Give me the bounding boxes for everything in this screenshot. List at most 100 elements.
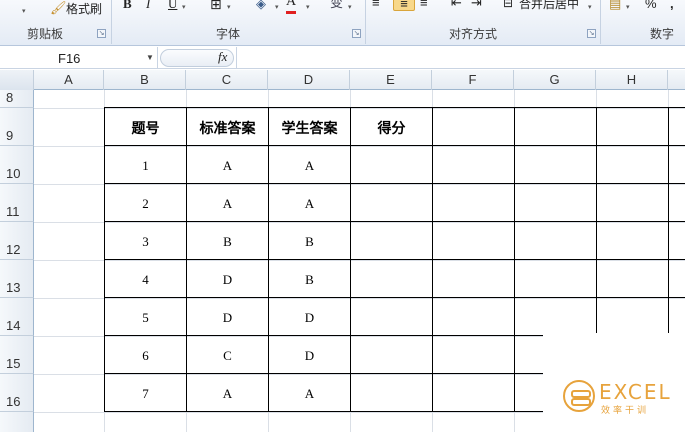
column-header-f[interactable]: F <box>432 70 514 90</box>
phonetic-dropdown-icon[interactable]: ▾ <box>348 1 352 19</box>
header-cell-score[interactable]: 得分 <box>351 118 432 138</box>
bold-button[interactable]: B <box>123 0 132 15</box>
column-header-partial[interactable] <box>668 70 685 90</box>
header-cell-standard-answer[interactable]: 标准答案 <box>187 118 268 138</box>
row-header-15[interactable]: 15 <box>0 336 34 374</box>
merge-dropdown-icon[interactable]: ▾ <box>588 1 592 19</box>
formula-input[interactable] <box>236 47 685 68</box>
table-border <box>514 107 515 412</box>
fill-color-icon[interactable]: ◈ <box>256 0 266 15</box>
row-header-9[interactable]: 9 <box>0 108 34 146</box>
row-header-partial[interactable] <box>0 412 34 432</box>
table-cell[interactable]: A <box>187 158 268 174</box>
column-header-g[interactable]: G <box>514 70 596 90</box>
table-cell[interactable]: D <box>269 310 350 326</box>
name-box-dropdown-icon[interactable]: ▼ <box>146 53 154 62</box>
align-center-icon[interactable]: ≡ <box>393 0 415 11</box>
row-header-16[interactable]: 16 <box>0 374 34 412</box>
decrease-indent-icon[interactable]: ⇤ <box>451 0 462 14</box>
table-cell[interactable]: 3 <box>105 234 186 250</box>
table-cell[interactable]: 5 <box>105 310 186 326</box>
borders-icon[interactable]: ⊞ <box>210 0 222 15</box>
table-border <box>104 145 685 146</box>
table-cell[interactable]: D <box>269 348 350 364</box>
name-box-value[interactable]: F16 <box>58 51 80 66</box>
font-color-button[interactable]: A <box>286 0 297 14</box>
header-cell-question-no[interactable]: 题号 <box>105 118 186 138</box>
select-all-button[interactable] <box>0 70 34 90</box>
table-cell[interactable]: B <box>269 272 350 288</box>
group-separator <box>600 0 601 44</box>
group-separator <box>111 0 112 44</box>
row-header-8[interactable]: 8 <box>0 90 34 108</box>
row-header-11[interactable]: 11 <box>0 184 34 222</box>
excel-logo-icon <box>563 380 595 412</box>
row-number: 8 <box>6 90 14 105</box>
table-cell[interactable]: B <box>187 234 268 250</box>
row-number: 9 <box>6 128 14 143</box>
table-border <box>186 107 187 412</box>
table-cell[interactable]: 6 <box>105 348 186 364</box>
insert-function-button[interactable]: fx <box>218 49 227 65</box>
fill-color-dropdown-icon[interactable]: ▾ <box>275 1 279 19</box>
row-header-14[interactable]: 14 <box>0 298 34 336</box>
percent-button[interactable]: % <box>645 0 657 15</box>
borders-dropdown-icon[interactable]: ▾ <box>227 1 231 19</box>
table-cell[interactable]: A <box>269 158 350 174</box>
table-border <box>104 221 685 222</box>
table-border <box>104 297 685 298</box>
gridline <box>34 108 685 109</box>
gridline <box>34 146 685 147</box>
accounting-format-icon[interactable]: ▤ <box>609 0 621 15</box>
font-color-dropdown-icon[interactable]: ▾ <box>306 1 310 19</box>
column-header-h[interactable]: H <box>596 70 668 90</box>
underline-dropdown-icon[interactable]: ▾ <box>182 1 186 19</box>
accounting-dropdown-icon[interactable]: ▾ <box>626 1 630 19</box>
clipboard-launcher-icon[interactable]: ↘ <box>97 29 106 38</box>
column-headers: A B C D E F G H <box>0 70 685 90</box>
column-header-c[interactable]: C <box>186 70 268 90</box>
table-cell[interactable]: A <box>187 196 268 212</box>
group-separator <box>365 0 366 44</box>
column-header-e[interactable]: E <box>350 70 432 90</box>
row-header-10[interactable]: 10 <box>0 146 34 184</box>
font-launcher-icon[interactable]: ↘ <box>352 29 361 38</box>
table-cell[interactable]: A <box>187 386 268 402</box>
align-right-icon[interactable]: ≡ <box>420 0 428 14</box>
column-header-d[interactable]: D <box>268 70 350 90</box>
format-painter-button[interactable]: 格式刷 <box>66 2 102 20</box>
number-group-label: 数字 <box>650 27 675 41</box>
table-cell[interactable]: C <box>187 348 268 364</box>
column-header-b[interactable]: B <box>104 70 186 90</box>
table-cell[interactable]: 1 <box>105 158 186 174</box>
table-cell[interactable]: 2 <box>105 196 186 212</box>
increase-indent-icon[interactable]: ⇥ <box>471 0 482 14</box>
underline-button[interactable]: U <box>168 0 177 15</box>
table-cell[interactable]: D <box>187 310 268 326</box>
format-painter-icon[interactable]: 🖌 <box>50 1 67 19</box>
row-number: 14 <box>6 318 21 333</box>
align-left-icon[interactable]: ≡ <box>372 0 380 14</box>
phonetic-button[interactable]: 变 <box>330 0 343 14</box>
alignment-launcher-icon[interactable]: ↘ <box>587 29 596 38</box>
row-number: 13 <box>6 280 21 295</box>
comma-style-icon[interactable]: , <box>670 0 674 15</box>
header-cell-student-answer[interactable]: 学生答案 <box>269 118 350 138</box>
table-cell[interactable]: D <box>187 272 268 288</box>
merge-center-button[interactable]: 合并后居中 <box>519 0 579 15</box>
row-header-13[interactable]: 13 <box>0 260 34 298</box>
table-cell[interactable]: A <box>269 196 350 212</box>
table-cell[interactable]: 4 <box>105 272 186 288</box>
watermark: EXCEL 效率干训 <box>543 333 685 432</box>
paste-dropdown-icon[interactable]: ▾ <box>22 5 26 23</box>
column-header-a[interactable]: A <box>34 70 104 90</box>
merge-center-icon[interactable]: ⊟ <box>503 0 513 14</box>
table-border <box>104 107 685 108</box>
table-cell[interactable]: B <box>269 234 350 250</box>
row-header-12[interactable]: 12 <box>0 222 34 260</box>
italic-button[interactable]: I <box>146 0 150 15</box>
table-cell[interactable]: 7 <box>105 386 186 402</box>
row-number: 11 <box>6 204 20 219</box>
name-box[interactable]: F16 ▼ <box>0 47 158 68</box>
table-cell[interactable]: A <box>269 386 350 402</box>
